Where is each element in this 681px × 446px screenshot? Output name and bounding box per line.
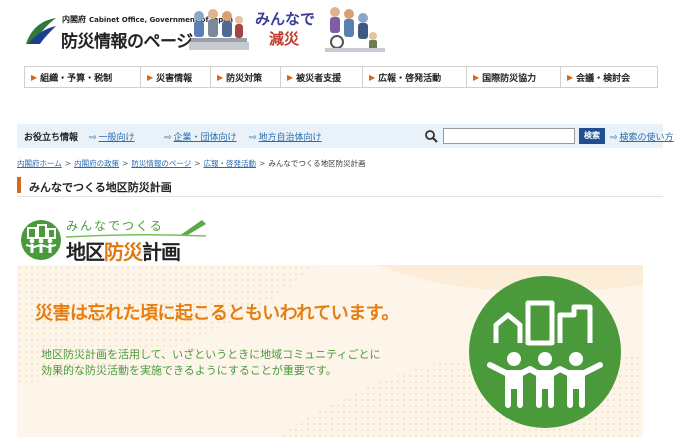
- link-local-governments[interactable]: ⇨ 地方自治体向け: [249, 130, 322, 143]
- nav-item-label: 広報・啓発活動: [378, 73, 442, 84]
- breadcrumb: 内閣府ホーム > 内閣府の政策 > 防災情報のページ > 広報・啓発活動 > みんなでつくる地区…: [17, 158, 366, 169]
- site-logo[interactable]: 内閣府 Cabinet Office, Government of Japan 防…: [24, 12, 233, 52]
- external-link-icon: ⇨: [610, 133, 618, 143]
- external-link-icon: ⇨: [249, 133, 257, 143]
- search-icon: [425, 130, 438, 143]
- nav-item-victim-support[interactable]: ▶ 被災者支援: [281, 67, 363, 87]
- hero-body: 地区防災計画を活用して、いざというときに地域コミュニティごとに 効果的な防災活動…: [41, 347, 380, 379]
- search-button[interactable]: 検索: [579, 128, 605, 144]
- hero-banner: 災害は忘れた頃に起こるともいわれています。 地区防災計画を活用して、いざというと…: [17, 265, 643, 437]
- link-general-public[interactable]: ⇨ 一般向け: [89, 130, 135, 143]
- global-nav: ▶ 組織・予算・税制 ▶ 災害情報 ▶ 防災対策 ▶ 被災者支援 ▶ 広報・啓発活動 ▶ 国…: [24, 66, 658, 88]
- nav-item-label: 災害情報: [156, 73, 193, 84]
- chevron-right-icon: ▶: [473, 72, 480, 82]
- minna-de-gensai-banner[interactable]: みんなで 減災: [187, 2, 387, 54]
- nav-item-public-relations[interactable]: ▶ 広報・啓発活動: [363, 67, 467, 87]
- nav-item-label: 被災者支援: [296, 73, 342, 84]
- chevron-right-icon: ▶: [31, 72, 38, 82]
- chevron-right-icon: ▶: [567, 72, 574, 82]
- nav-item-label: 組織・予算・税制: [40, 73, 113, 84]
- cabinet-office-logo-icon: [26, 18, 56, 44]
- banner-text-gensai: 減災: [269, 30, 300, 48]
- breadcrumb-current: みんなでつくる地区防災計画: [268, 159, 366, 168]
- plan-logo-title: 地区防災計画: [66, 236, 181, 265]
- page-title-section: みんなでつくる地区防災計画: [17, 175, 663, 197]
- link-label: 企業・団体向け: [173, 133, 237, 143]
- chevron-right-icon: ▶: [217, 72, 224, 82]
- chevron-right-icon: ▶: [369, 72, 376, 82]
- nav-item-label: 国際防災協力: [482, 73, 537, 84]
- external-link-icon: ⇨: [89, 133, 97, 143]
- hero-heading: 災害は忘れた頃に起こるともいわれています。: [35, 303, 399, 324]
- nav-item-label: 会議・検討会: [576, 73, 631, 84]
- breadcrumb-link-home[interactable]: 内閣府ホーム: [17, 159, 62, 168]
- useful-info-bar: お役立ち情報 ⇨ 一般向け ⇨ 企業・団体向け ⇨ 地方自治体向け 検索 ⇨ 検索の使い…: [17, 124, 674, 148]
- underline-swoosh-icon: [66, 233, 206, 238]
- nav-item-organization[interactable]: ▶ 組織・予算・税制: [25, 67, 141, 87]
- hero-body-line-2: 効果的な防災活動を実施できるようにすることが重要です。: [41, 364, 337, 377]
- nav-item-meetings[interactable]: ▶ 会議・検討会: [561, 67, 657, 87]
- breadcrumb-link-policies[interactable]: 内閣府の政策: [74, 159, 119, 168]
- chevron-right-icon: ▶: [287, 72, 294, 82]
- breadcrumb-separator: >: [194, 159, 201, 168]
- nav-item-international[interactable]: ▶ 国際防災協力: [467, 67, 561, 87]
- breadcrumb-separator: >: [259, 159, 266, 168]
- search-input[interactable]: [443, 128, 575, 144]
- plan-logo: みんなでつくる 地区防災計画: [18, 216, 208, 265]
- page-title-accent-bar: [17, 177, 21, 193]
- search-help-label: 検索の使い方: [619, 133, 674, 143]
- plan-logo-subtitle: みんなでつくる: [66, 219, 164, 233]
- banner-text-minna-de: みんなで: [255, 10, 316, 28]
- community-people-icon: [469, 276, 621, 428]
- breadcrumb-link-disaster-info[interactable]: 防災情報のページ: [131, 159, 191, 168]
- link-label: 地方自治体向け: [258, 133, 322, 143]
- community-houses-icon: [21, 220, 61, 260]
- chevron-right-icon: ▶: [147, 72, 154, 82]
- site-header: 内閣府 Cabinet Office, Government of Japan 防…: [0, 0, 681, 58]
- useful-info-label: お役立ち情報: [24, 133, 79, 143]
- link-companies[interactable]: ⇨ 企業・団体向け: [164, 130, 237, 143]
- nav-item-disaster-info[interactable]: ▶ 災害情報: [141, 67, 211, 87]
- cabinet-office-ja: 内閣府: [62, 15, 86, 24]
- nav-item-disaster-measures[interactable]: ▶ 防災対策: [211, 67, 281, 87]
- breadcrumb-link-public-relations[interactable]: 広報・啓発活動: [204, 159, 257, 168]
- search-help-link[interactable]: ⇨ 検索の使い方: [610, 130, 674, 143]
- plan-logo-title-suffix: 計画: [142, 240, 181, 264]
- external-link-icon: ⇨: [164, 133, 172, 143]
- plan-logo-title-prefix: 地区: [66, 240, 105, 264]
- plan-logo-title-accent: 防災: [104, 240, 143, 264]
- breadcrumb-separator: >: [64, 159, 72, 168]
- hero-body-line-1: 地区防災計画を活用して、いざというときに地域コミュニティごとに: [41, 348, 381, 361]
- site-title: 防災情報のページ: [61, 32, 193, 52]
- page-title: みんなでつくる地区防災計画: [29, 181, 172, 194]
- link-label: 一般向け: [98, 133, 135, 143]
- breadcrumb-separator: >: [122, 159, 129, 168]
- nav-item-label: 防災対策: [226, 73, 263, 84]
